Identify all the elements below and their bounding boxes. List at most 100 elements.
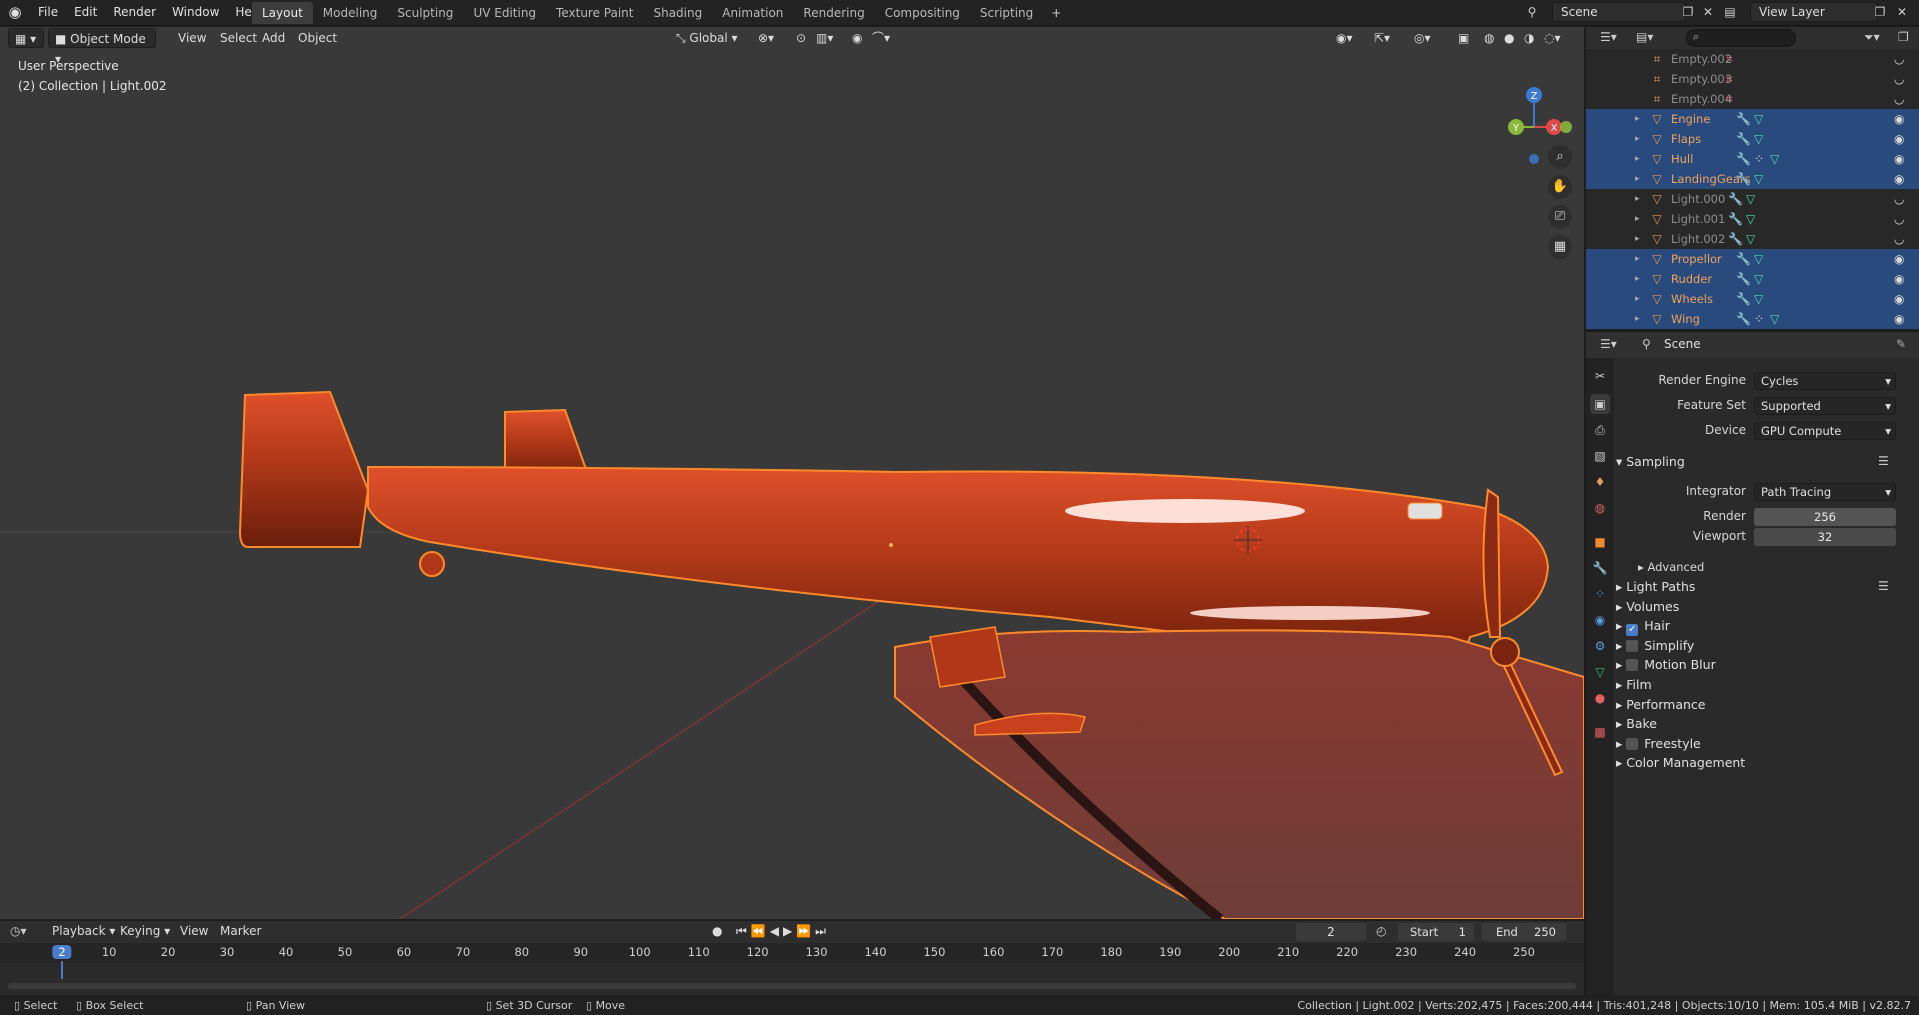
physics-tab-icon[interactable]: ◉ bbox=[1590, 610, 1610, 630]
start-frame-field[interactable]: Start 1 bbox=[1398, 923, 1474, 941]
ortho-grid-icon[interactable]: ▦ bbox=[1548, 235, 1572, 259]
panel-volumes[interactable]: ▸ Volumes bbox=[1616, 599, 1679, 614]
playhead-line[interactable] bbox=[61, 961, 63, 979]
device-dropdown[interactable]: GPU Compute ▾ bbox=[1754, 422, 1896, 440]
outliner-row-label[interactable]: Empty.002 bbox=[1671, 49, 1732, 69]
viewport-samples-field[interactable]: 32 bbox=[1754, 528, 1896, 546]
pin-icon[interactable]: ✎ bbox=[1896, 337, 1906, 351]
editor-type-button[interactable]: ▦ ▾ bbox=[8, 28, 44, 48]
outliner-scrollbar[interactable] bbox=[1913, 49, 1919, 329]
outliner-row-label[interactable]: Light.001 bbox=[1671, 209, 1725, 229]
mesh-data-icon[interactable]: ▽ bbox=[1754, 292, 1763, 306]
outliner-row-label[interactable]: Rudder bbox=[1671, 269, 1712, 289]
panel-color-management[interactable]: ▸ Color Management bbox=[1616, 755, 1745, 770]
tail-wheel-mesh[interactable] bbox=[419, 551, 445, 577]
tab-sculpting[interactable]: Sculpting bbox=[387, 2, 463, 24]
tab-compositing[interactable]: Compositing bbox=[875, 2, 970, 24]
panel-checkbox[interactable] bbox=[1626, 737, 1639, 750]
outliner-row[interactable]: ▸ ▽ Flaps 🔧 ▽ ◉ bbox=[1586, 129, 1919, 149]
panel-performance[interactable]: ▸ Performance bbox=[1616, 697, 1705, 712]
gizmo-toggle-icon[interactable]: ⇱▾ bbox=[1368, 28, 1396, 48]
hidden-eye-icon[interactable]: ◡ bbox=[1894, 209, 1904, 229]
current-frame-indicator[interactable]: 2 bbox=[52, 945, 72, 959]
add-workspace-button[interactable]: + bbox=[1043, 2, 1069, 24]
hidden-eye-icon[interactable]: ◡ bbox=[1894, 69, 1904, 89]
modifier-tab-icon[interactable]: 🔧 bbox=[1590, 558, 1610, 578]
tab-uv-editing[interactable]: UV Editing bbox=[463, 2, 546, 24]
outliner-row-label[interactable]: Light.002 bbox=[1671, 229, 1725, 249]
properties-editor-type-icon[interactable]: ☰▾ bbox=[1600, 337, 1617, 351]
expand-arrow-icon[interactable]: ▸ bbox=[1635, 269, 1640, 289]
outliner-row[interactable]: ▸ ▽ Wing 🔧 ⁘ ▽ ◉ bbox=[1586, 309, 1919, 329]
propellor-blade-upper[interactable] bbox=[1482, 488, 1502, 638]
menu-file[interactable]: File bbox=[30, 0, 66, 24]
scene-icon[interactable]: ⚲ bbox=[1524, 4, 1540, 20]
delete-scene-icon[interactable]: ✕ bbox=[1700, 4, 1716, 20]
view-layer-icon[interactable]: ▤ bbox=[1722, 4, 1738, 20]
integrator-dropdown[interactable]: Path Tracing ▾ bbox=[1754, 483, 1896, 501]
visibility-eye-icon[interactable]: ◉ bbox=[1894, 309, 1904, 329]
snap-icon[interactable]: ⊙ bbox=[790, 28, 812, 48]
tab-scripting[interactable]: Scripting bbox=[970, 2, 1043, 24]
mesh-data-icon[interactable]: ▽ bbox=[1754, 112, 1763, 126]
expand-arrow-icon[interactable]: ▸ bbox=[1635, 209, 1640, 229]
outliner-row[interactable]: ▸ ▽ Hull 🔧 ⁘ ▽ ◉ bbox=[1586, 149, 1919, 169]
viewport-menu-view[interactable]: View bbox=[172, 28, 212, 48]
outliner-row[interactable]: ▸ ▽ Light.000 🔧 ▽ ◡ bbox=[1586, 189, 1919, 209]
viewport-menu-add[interactable]: Add bbox=[256, 28, 291, 48]
advanced-subpanel[interactable]: ▸ Advanced bbox=[1638, 560, 1704, 574]
expand-arrow-icon[interactable]: ▸ bbox=[1635, 249, 1640, 269]
constraints-tab-icon[interactable]: ⚙ bbox=[1590, 636, 1610, 656]
tab-rendering[interactable]: Rendering bbox=[793, 2, 874, 24]
tab-modeling[interactable]: Modeling bbox=[313, 2, 388, 24]
visibility-icon[interactable]: ◉▾ bbox=[1330, 28, 1359, 48]
outliner-row[interactable]: ▸ ▽ Engine 🔧 ▽ ◉ bbox=[1586, 109, 1919, 129]
modifier-wrench-icon[interactable]: 🔧 bbox=[1736, 272, 1751, 286]
filter-icon[interactable]: ⏷▾ bbox=[1864, 30, 1880, 45]
visibility-eye-icon[interactable]: ◉ bbox=[1894, 169, 1904, 189]
presets-list-icon[interactable]: ☰ bbox=[1878, 454, 1889, 468]
snap-options-icon[interactable]: ▥▾ bbox=[810, 28, 839, 48]
current-frame-field[interactable]: 2 bbox=[1296, 923, 1366, 941]
pivot-point-icon[interactable]: ⊗▾ bbox=[752, 28, 780, 48]
presets-list-icon[interactable]: ☰ bbox=[1878, 579, 1889, 593]
sampling-panel-header[interactable]: ▾ Sampling bbox=[1616, 454, 1685, 469]
timeline-menu-marker[interactable]: Marker bbox=[220, 924, 261, 938]
mesh-data-icon[interactable]: ▽ bbox=[1770, 312, 1779, 326]
tab-layout[interactable]: Layout bbox=[252, 2, 313, 24]
end-frame-field[interactable]: End 250 bbox=[1482, 923, 1566, 941]
scene-tab-icon[interactable]: ♦ bbox=[1590, 472, 1610, 492]
visibility-eye-icon[interactable]: ◉ bbox=[1894, 269, 1904, 289]
menu-render[interactable]: Render bbox=[105, 0, 164, 24]
render-engine-dropdown[interactable]: Cycles ▾ bbox=[1754, 372, 1896, 390]
outliner-row[interactable]: ▸ ▽ Light.002 🔧 ▽ ◡ bbox=[1586, 229, 1919, 249]
timeline-scrollbar[interactable] bbox=[8, 983, 1576, 989]
mesh-data-icon[interactable]: ▽ bbox=[1754, 272, 1763, 286]
zoom-icon[interactable]: ⌕ bbox=[1548, 145, 1572, 169]
playback-controls[interactable]: ⏮⏪◀▶⏩⏭ bbox=[736, 924, 830, 939]
particles-icon[interactable]: ⁘ bbox=[1754, 312, 1764, 326]
feature-set-dropdown[interactable]: Supported ▾ bbox=[1754, 397, 1896, 415]
outliner-row-label[interactable]: Empty.003 bbox=[1671, 69, 1732, 89]
tab-animation[interactable]: Animation bbox=[712, 2, 793, 24]
outliner-row[interactable]: ▸ ▽ Wheels 🔧 ▽ ◉ bbox=[1586, 289, 1919, 309]
modifier-wrench-icon[interactable]: 🔧 bbox=[1736, 172, 1751, 186]
mesh-data-icon[interactable]: ▽ bbox=[1754, 172, 1763, 186]
rendered-shading-icon[interactable]: ◌▾ bbox=[1538, 28, 1567, 48]
outliner-row-label[interactable]: Wing bbox=[1671, 309, 1700, 329]
panel-checkbox[interactable] bbox=[1626, 639, 1639, 652]
output-tab-icon[interactable]: ⎙ bbox=[1590, 420, 1610, 440]
new-scene-icon[interactable]: ❐ bbox=[1680, 4, 1696, 20]
panel-motion-blur[interactable]: ▸ Motion Blur bbox=[1616, 657, 1716, 672]
outliner-row-label[interactable]: Propellor bbox=[1671, 249, 1722, 269]
timeline-menu-view[interactable]: View bbox=[180, 924, 208, 938]
mesh-data-icon[interactable]: ▽ bbox=[1754, 252, 1763, 266]
visibility-eye-icon[interactable]: ◉ bbox=[1894, 249, 1904, 269]
visibility-eye-icon[interactable]: ◉ bbox=[1894, 289, 1904, 309]
world-tab-icon[interactable]: ◍ bbox=[1590, 498, 1610, 518]
outliner-row[interactable]: ▸ ▽ LandingGears 🔧 ▽ ◉ bbox=[1586, 169, 1919, 189]
blender-logo-icon[interactable]: ◉ bbox=[6, 3, 24, 21]
hidden-eye-icon[interactable]: ◡ bbox=[1894, 189, 1904, 209]
expand-arrow-icon[interactable]: ▸ bbox=[1635, 129, 1640, 149]
panel-film[interactable]: ▸ Film bbox=[1616, 677, 1652, 692]
